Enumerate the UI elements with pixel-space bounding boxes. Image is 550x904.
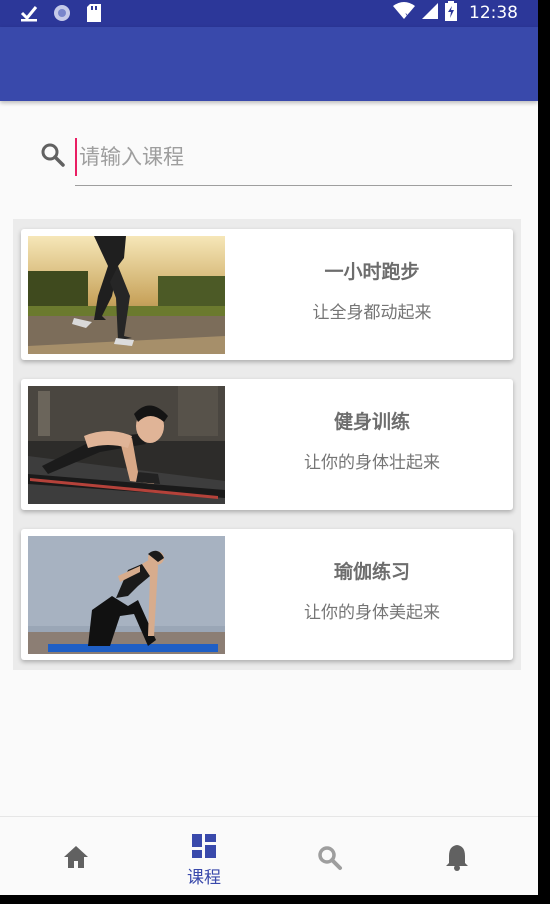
svg-text:x: x [405,11,410,20]
sd-card-icon [86,3,102,27]
app-screen: x 12:38 请输入课程 一小时跑步 让全身都动起来 健身训练 让你的身体壮起… [0,0,538,895]
status-bar: x 12:38 [0,0,538,27]
status-time: 12:38 [469,3,518,23]
bell-icon [446,845,468,871]
plank-photo [28,386,225,504]
course-text: 瑜伽练习 让你的身体美起来 [231,529,513,660]
running-photo [28,236,225,354]
search-icon [40,142,66,168]
search-input[interactable] [75,138,517,176]
wifi-icon: x [393,2,415,24]
nav-home[interactable] [12,817,140,895]
course-title: 瑜伽练习 [333,561,410,583]
bottom-navigation: 课程 [0,816,538,895]
nav-notifications[interactable] [393,817,521,895]
course-text: 一小时跑步 让全身都动起来 [231,229,513,360]
course-list: 一小时跑步 让全身都动起来 健身训练 让你的身体壮起来 瑜伽练习 让你的身体美起… [13,219,521,670]
nav-label-courses: 课程 [187,868,221,888]
course-subtitle: 让你的身体壮起来 [304,453,440,473]
dashboard-icon [192,834,216,858]
course-card-running[interactable]: 一小时跑步 让全身都动起来 [21,229,513,360]
search-bar [40,138,517,188]
course-card-yoga[interactable]: 瑜伽练习 让你的身体美起来 [21,529,513,660]
course-title: 健身训练 [333,411,410,433]
home-icon [64,846,88,868]
course-subtitle: 让全身都动起来 [312,303,432,323]
check-icon [20,4,38,26]
battery-icon [445,1,457,25]
nav-courses[interactable]: 课程 [140,817,268,895]
signal-icon [421,2,439,24]
sync-icon [52,3,72,27]
course-title: 一小时跑步 [324,261,420,283]
search-icon [318,846,342,870]
yoga-photo [28,536,225,654]
course-card-fitness[interactable]: 健身训练 让你的身体壮起来 [21,379,513,510]
search-underline [75,185,512,186]
app-bar [0,27,538,101]
course-subtitle: 让你的身体美起来 [304,603,440,623]
nav-search[interactable] [266,817,394,895]
course-text: 健身训练 让你的身体壮起来 [231,379,513,510]
screen-edge [538,0,550,904]
